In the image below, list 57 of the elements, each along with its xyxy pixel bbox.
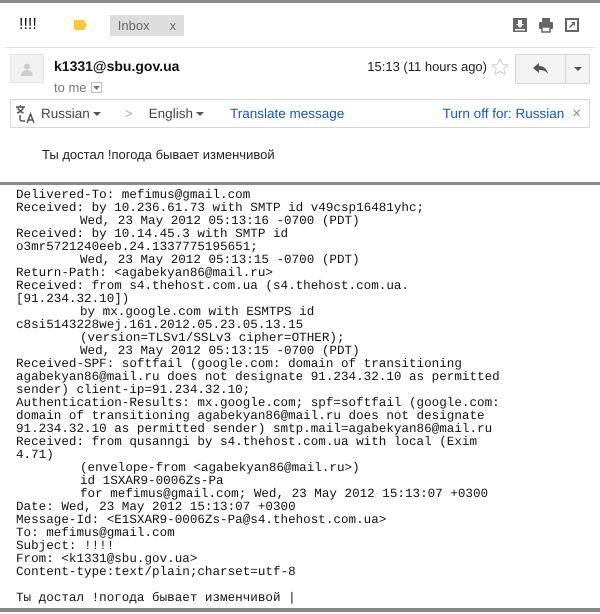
caret-icon	[92, 86, 100, 90]
header-line: sender) client-ip=91.234.32.10;	[16, 384, 250, 397]
raw-message-body: Ты достал !погода бывает изменчивой |	[16, 592, 296, 605]
header-line: 4.71)	[16, 449, 54, 462]
header-line: o3mr5721240eeb.24.1337775195651;	[16, 241, 258, 254]
header-line: Wed, 23 May 2012 05:13:15 -0700 (PDT)	[80, 345, 360, 358]
header-line: agabekyan86@mail.ru does not designate 91.234.32.10 as permitted	[16, 371, 500, 384]
message-time: 15:13 (11 hours ago)	[367, 59, 487, 76]
remove-label-button[interactable]: x	[170, 18, 176, 32]
header-line: domain of transitioning agabekyan86@mail.ru does not designate	[16, 410, 485, 423]
caret-icon	[196, 112, 204, 116]
source-language-dropdown[interactable]: Russian	[41, 106, 101, 121]
header-line: (version=TLSv1/SSLv3 cipher=OTHER);	[80, 332, 345, 345]
download-icon[interactable]	[512, 17, 528, 33]
header-line: Authentication-Results: mx.google.com; spf=softfail (google.com:	[16, 397, 500, 410]
header-line: Return-Path: <agabekyan86@mail.ru>	[16, 267, 273, 280]
reply-icon	[532, 63, 548, 75]
header-line: Message-Id: <E1SXAR9-0006Zs-Pa@s4.thehost.com.ua>	[16, 514, 386, 527]
header-line: Wed, 23 May 2012 05:13:16 -0700 (PDT)	[80, 215, 360, 228]
header-line: Received: by 10.14.45.3 with SMTP id	[16, 228, 288, 241]
email-subject: !!!!	[19, 16, 37, 34]
message-body: Ты достал !погода бывает изменчивой	[42, 147, 275, 162]
recipient-label: to me	[54, 80, 87, 95]
arrow-separator: >	[124, 106, 133, 121]
header-line: Received: from qusanngi by s4.thehost.com.ua with local (Exim	[16, 436, 478, 449]
header-line: Received: by 10.236.61.73 with SMTP id v49csp16481yhc;	[16, 202, 424, 215]
reply-button[interactable]	[516, 55, 566, 83]
label-chip[interactable]: Inbox x	[110, 14, 184, 36]
header-line: Subject: !!!!	[16, 540, 114, 553]
header-line: Received: from s4.thehost.com.ua (s4.thehost.com.ua.	[16, 280, 409, 293]
print-icon[interactable]	[538, 17, 554, 33]
caret-icon	[92, 112, 101, 116]
translate-message-link[interactable]: Translate message	[230, 106, 344, 121]
header-line: From: <k1331@sbu.gov.ua>	[16, 553, 198, 566]
header-line: Content-type:text/plain;charset=utf-8	[16, 566, 296, 579]
header-line: by mx.google.com with ESMTPS id	[80, 306, 314, 319]
header-line: Delivered-To: mefimus@gmail.com	[16, 189, 250, 202]
sender-email: k1331@sbu.gov.ua	[54, 58, 180, 74]
header-line: Date: Wed, 23 May 2012 15:13:07 +0300	[16, 501, 296, 514]
header-line: (envelope-from <agabekyan86@mail.ru>)	[80, 462, 360, 475]
header-line: for mefimus@gmail.com; Wed, 23 May 2012 15:13:07 +0300	[80, 488, 488, 501]
star-icon[interactable]	[491, 58, 509, 76]
header-line: id 1SXAR9-0006Zs-Pa	[80, 475, 224, 488]
popout-icon[interactable]	[564, 17, 580, 33]
header-line: c8si5143228wej.161.2012.05.23.05.13.15	[16, 319, 304, 332]
header-line: [91.234.32.10])	[16, 293, 130, 306]
header-line: To: mefimus@gmail.com	[16, 527, 175, 540]
details-dropdown-button[interactable]	[90, 82, 102, 93]
header-line: Received-SPF: softfail (google.com: domain of transitioning	[16, 358, 462, 371]
turn-off-translation-link[interactable]: Turn off for: Russian	[442, 106, 564, 121]
caret-icon	[574, 67, 582, 71]
header-line: Wed, 23 May 2012 05:13:15 -0700 (PDT)	[80, 254, 360, 267]
target-language-dropdown[interactable]: English	[148, 106, 204, 121]
avatar	[10, 54, 44, 83]
translate-icon	[15, 104, 35, 124]
close-button[interactable]: ×	[572, 105, 581, 122]
header-line: 91.234.32.10 as permitted sender) smtp.mail=agabekyan86@mail.ru	[16, 423, 492, 436]
